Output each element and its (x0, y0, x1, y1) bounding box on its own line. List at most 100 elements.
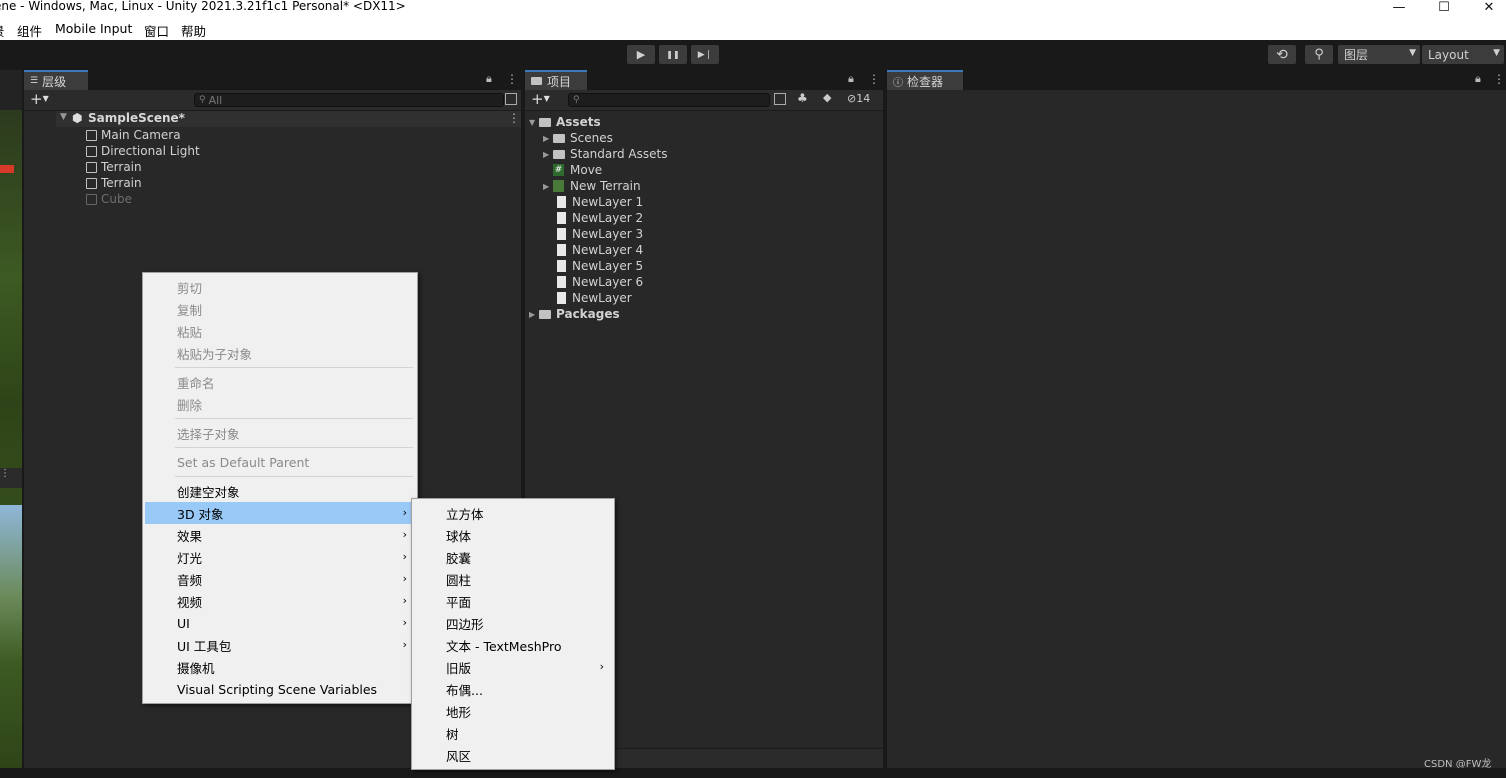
pause-button[interactable]: ❚❚ (659, 45, 687, 64)
menu-item-camera[interactable]: 摄像机 (145, 656, 415, 678)
project-item-label: New Terrain (570, 179, 641, 193)
hierarchy-item[interactable]: Terrain (86, 159, 142, 175)
submenu-item-terrain[interactable]: 地形 (414, 700, 612, 722)
submenu-item-cylinder[interactable]: 圆柱 (414, 568, 612, 590)
menu-scene[interactable]: 景 (0, 21, 5, 40)
search-icon[interactable]: ⚲ (1305, 45, 1333, 64)
lock-icon[interactable]: 🔒︎ (848, 72, 854, 86)
assets-folder[interactable]: ▼ Assets (529, 114, 601, 130)
menu-item-video[interactable]: 视频 › (145, 590, 415, 612)
submenu-item-sphere[interactable]: 球体 (414, 524, 612, 546)
menu-item-rename[interactable]: 重命名 (145, 371, 415, 393)
expand-triangle-icon[interactable]: ▼ (60, 112, 67, 122)
expand-triangle-icon[interactable]: ▶ (543, 150, 553, 159)
menu-item-audio[interactable]: 音频 › (145, 568, 415, 590)
submenu-item-cube[interactable]: 立方体 (414, 502, 612, 524)
layers-dropdown[interactable]: 图层 ▼ (1338, 45, 1420, 64)
menu-item-set-default-parent[interactable]: Set as Default Parent (145, 451, 415, 473)
menu-item-ui[interactable]: UI › (145, 612, 415, 634)
scene-visibility-icon[interactable] (505, 93, 517, 105)
hierarchy-item[interactable]: Main Camera (86, 127, 181, 143)
submenu-item-quad[interactable]: 四边形 (414, 612, 612, 634)
submenu-item-tree[interactable]: 树 (414, 722, 612, 744)
menu-item-ui-toolkit[interactable]: UI 工具包 › (145, 634, 415, 656)
tab-project[interactable]: 项目 (525, 70, 587, 90)
more-options-icon[interactable]: ⋮ (506, 72, 518, 86)
create-icon[interactable]: +▼ (531, 90, 550, 108)
project-item[interactable]: # Move (553, 162, 602, 178)
hierarchy-tabstrip: ☰ 层级 🔒︎ ⋮ (24, 70, 521, 90)
menu-help[interactable]: 帮助 (181, 21, 206, 40)
project-item[interactable]: NewLayer 5 (557, 258, 643, 274)
expand-triangle-icon[interactable]: ▶ (529, 310, 539, 319)
scene-menu-icon[interactable]: ⋮ (508, 111, 520, 125)
cube-icon (86, 145, 97, 157)
history-icon[interactable]: ⟲ (1268, 45, 1296, 64)
menu-item-copy[interactable]: 复制 (145, 298, 415, 320)
hierarchy-search-input[interactable]: ⚲ All (194, 93, 504, 107)
hierarchy-item[interactable]: Terrain (86, 175, 142, 191)
hierarchy-item[interactable]: Directional Light (86, 143, 200, 159)
tag-icon[interactable]: ◆ (823, 91, 831, 104)
menu-item-select-children[interactable]: 选择子对象 (145, 422, 415, 444)
project-item[interactable]: NewLayer 3 (557, 226, 643, 242)
window-title-bar: ene - Windows, Mac, Linux - Unity 2021.3… (0, 0, 1506, 18)
menu-item-light[interactable]: 灯光 › (145, 546, 415, 568)
filter-type-icon[interactable]: ♣ (797, 91, 808, 105)
more-options-icon[interactable]: ⋮ (868, 72, 880, 86)
menu-item-3d-object[interactable]: 3D 对象 › (145, 502, 415, 524)
menu-item-paste[interactable]: 粘贴 (145, 320, 415, 342)
project-search-input[interactable]: ⚲ (568, 93, 770, 107)
menu-item-visual-scripting-scene-variables[interactable]: Visual Scripting Scene Variables (145, 678, 415, 700)
menu-item-effects[interactable]: 效果 › (145, 524, 415, 546)
menu-component[interactable]: 组件 (17, 21, 42, 40)
project-item[interactable]: NewLayer 4 (557, 242, 643, 258)
submenu-item-wind-zone[interactable]: 风区 (414, 744, 612, 766)
project-item[interactable]: NewLayer 2 (557, 210, 643, 226)
submenu-item-capsule[interactable]: 胶囊 (414, 546, 612, 568)
minimize-icon[interactable]: — (1384, 0, 1414, 15)
menu-item-create-empty[interactable]: 创建空对象 (145, 480, 415, 502)
more-options-icon[interactable]: ⋮ (1493, 72, 1505, 86)
project-item[interactable]: ▶ Scenes (543, 130, 613, 146)
project-item[interactable]: NewLayer (557, 290, 632, 306)
tab-hierarchy[interactable]: ☰ 层级 (24, 70, 88, 90)
submenu-item-text-textmeshpro[interactable]: 文本 - TextMeshPro (414, 634, 612, 656)
project-item-label: NewLayer 1 (572, 195, 644, 209)
menu-item-paste-as-child[interactable]: 粘贴为子对象 (145, 342, 415, 364)
project-item[interactable]: NewLayer 6 (557, 274, 643, 290)
lock-icon[interactable]: 🔒︎ (486, 72, 492, 86)
project-item[interactable]: ▶ Standard Assets (543, 146, 667, 162)
menu-item-cut[interactable]: 剪切 (145, 276, 415, 298)
project-item[interactable]: NewLayer 1 (557, 194, 643, 210)
scene-viewport-top[interactable] (0, 110, 22, 530)
menu-window[interactable]: 窗口 (144, 21, 169, 40)
menu-item-delete[interactable]: 删除 (145, 393, 415, 415)
play-button[interactable]: ▶ (627, 45, 655, 64)
step-button[interactable]: ▶❘ (691, 45, 719, 64)
submenu-item-ragdoll[interactable]: 布偶... (414, 678, 612, 700)
expand-triangle-icon[interactable]: ▶ (543, 134, 553, 143)
project-item-label: Standard Assets (570, 147, 668, 161)
tab-inspector[interactable]: ⓘ 检查器 (887, 70, 963, 90)
search-by-type-icon[interactable] (774, 93, 786, 105)
project-item[interactable]: ▶ New Terrain (543, 178, 641, 194)
hierarchy-item-disabled[interactable]: Cube (86, 191, 132, 207)
submenu-item-plane[interactable]: 平面 (414, 590, 612, 612)
hidden-packages-toggle[interactable]: ⊘ 14 (847, 92, 870, 105)
packages-folder[interactable]: ▶ Packages (529, 306, 620, 322)
chevron-right-icon: › (402, 528, 407, 541)
add-icon[interactable]: +▼ (30, 90, 49, 108)
menu-mobile-input[interactable]: Mobile Input (55, 21, 132, 36)
lock-icon[interactable]: 🔒︎ (1475, 72, 1481, 86)
hidden-count: 14 (856, 92, 871, 105)
close-icon[interactable]: ✕ (1474, 0, 1504, 15)
game-viewport[interactable] (0, 505, 22, 768)
scene-row[interactable]: ▼ ⬢ SampleScene* ⋮ (56, 111, 521, 127)
expand-triangle-icon[interactable]: ▶ (543, 182, 553, 191)
layout-dropdown[interactable]: Layout ▼ (1422, 45, 1504, 64)
submenu-item-legacy[interactable]: 旧版 › (414, 656, 612, 678)
game-view-tab[interactable]: ⋮ (0, 468, 22, 488)
expand-triangle-icon[interactable]: ▼ (529, 118, 539, 127)
maximize-icon[interactable]: ☐ (1429, 0, 1459, 15)
